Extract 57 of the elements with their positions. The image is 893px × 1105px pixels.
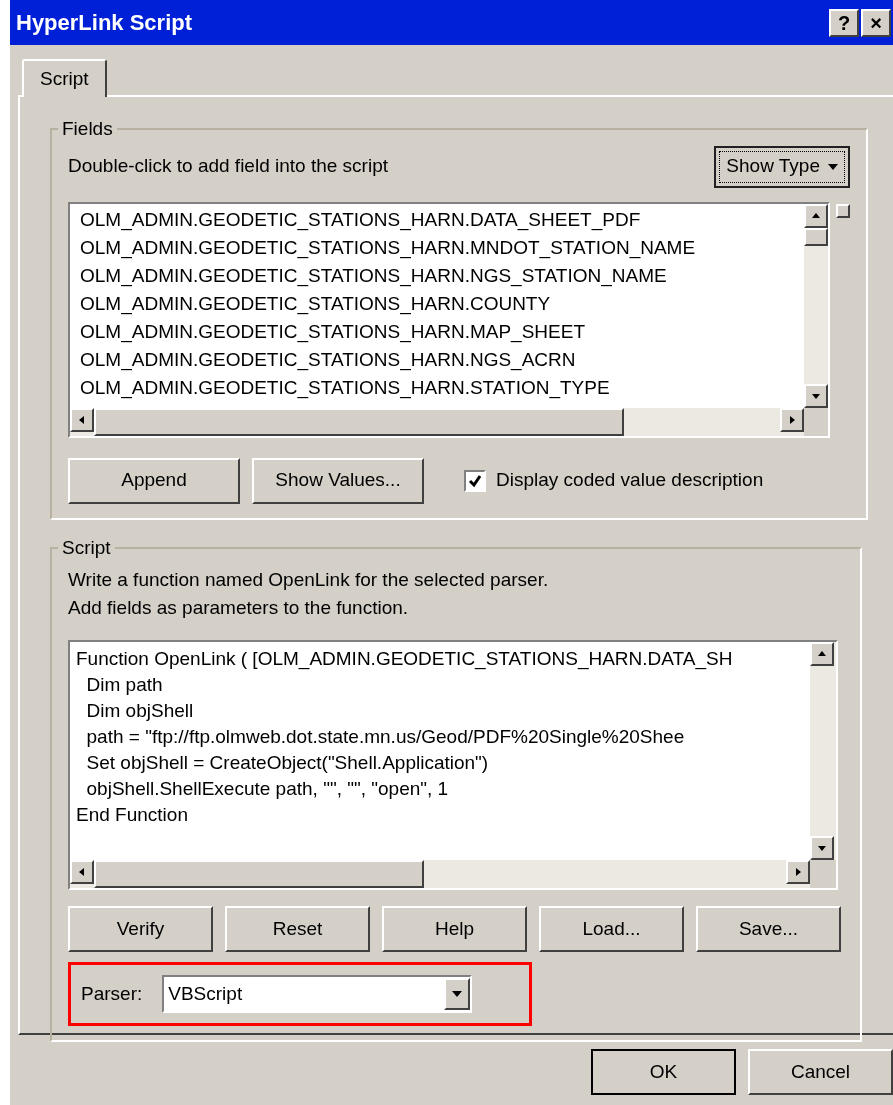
show-type-button[interactable]: Show Type: [714, 145, 850, 188]
dialog-button[interactable]: Load...: [539, 906, 684, 952]
vertical-scrollbar[interactable]: [804, 203, 828, 408]
tab[interactable]: Script: [22, 59, 107, 97]
checkmark-icon: [468, 473, 482, 488]
field-list-item[interactable]: OLM_ADMIN.GEODETIC_STATIONS_HARN.MNDOT_STATION_NAME: [80, 233, 804, 262]
code-line: Set objShell = CreateObject("Shell.Application"): [85, 751, 490, 775]
scroll-up-icon[interactable]: [804, 203, 828, 228]
field-list-item[interactable]: OLM_ADMIN.GEODETIC_STATIONS_HARN.DATA_SHEET_PDF: [80, 205, 804, 234]
scroll-right-icon[interactable]: [780, 407, 804, 432]
checkbox[interactable]: [464, 469, 486, 492]
dialog-button[interactable]: Append: [68, 457, 240, 504]
horizontal-scrollbar[interactable]: [70, 860, 836, 888]
field-list-item[interactable]: OLM_ADMIN.GEODETIC_STATIONS_HARN.STATION_TYPE: [80, 373, 804, 402]
parser-dropdown[interactable]: VBScript: [162, 975, 473, 1013]
script-editor[interactable]: [68, 640, 838, 890]
scroll-thumb[interactable]: [94, 407, 624, 436]
dialog-button[interactable]: Help: [382, 906, 527, 952]
dialog-button[interactable]: Save...: [696, 906, 841, 952]
vertical-scrollbar[interactable]: [810, 642, 836, 860]
field-list-item[interactable]: OLM_ADMIN.GEODETIC_STATIONS_HARN.MAP_SHEET: [80, 317, 804, 346]
scrollbar-corner: [810, 860, 836, 888]
scroll-down-icon[interactable]: [804, 383, 828, 408]
scroll-thumb[interactable]: [94, 860, 424, 888]
help-button[interactable]: ?: [829, 8, 859, 37]
code-line: Function OpenLink ( [OLM_ADMIN.GEODETIC_STATIONS_HARN.DATA_SH: [76, 647, 734, 672]
checkbox-label: Display coded value description: [496, 468, 764, 493]
code-line: End Function: [76, 803, 189, 827]
dialog-button[interactable]: Cancel: [748, 1049, 893, 1095]
code-line: path = "ftp://ftp.olmweb.dot.state.mn.us/Geod/PDF%20Single%20Shee: [85, 725, 686, 749]
dialog-button[interactable]: Reset: [225, 906, 370, 952]
close-button[interactable]: ×: [861, 8, 891, 37]
code-line: objShell.ShellExecute path, "", "", "open", 1: [85, 777, 450, 801]
scroll-down-icon[interactable]: [810, 836, 834, 860]
group-title: Script: [61, 535, 112, 560]
window-title: HyperLink Script: [16, 9, 193, 37]
code-line: Dim path: [85, 673, 164, 697]
dialog-button[interactable]: Verify: [68, 906, 213, 952]
scroll-right-icon[interactable]: [786, 860, 810, 884]
group-title: Fields: [61, 117, 114, 141]
code-line: Dim objShell: [85, 699, 195, 723]
instruction-text: Add fields as parameters to the function.: [68, 596, 410, 620]
parser-label: Parser:: [81, 981, 143, 1006]
field-list-item[interactable]: OLM_ADMIN.GEODETIC_STATIONS_HARN.COUNTY: [80, 289, 804, 318]
field-list-item[interactable]: OLM_ADMIN.GEODETIC_STATIONS_HARN.NGS_ACRN: [80, 345, 804, 374]
scroll-left-icon[interactable]: [70, 407, 94, 432]
resize-handle-icon[interactable]: [836, 203, 850, 218]
scrollbar-corner: [804, 407, 828, 436]
caret-icon: [828, 163, 838, 170]
field-list-item[interactable]: OLM_ADMIN.GEODETIC_STATIONS_HARN.NGS_STATION_NAME: [80, 261, 804, 290]
hint-text: Double-click to add field into the script: [68, 154, 388, 179]
dialog-button[interactable]: OK: [591, 1049, 736, 1095]
scroll-up-icon[interactable]: [810, 642, 834, 666]
scroll-left-icon[interactable]: [70, 860, 94, 884]
dialog-button[interactable]: Show Values...: [252, 457, 424, 504]
horizontal-scrollbar[interactable]: [70, 407, 828, 436]
instruction-text: Write a function named OpenLink for the selected parser.: [68, 568, 550, 592]
